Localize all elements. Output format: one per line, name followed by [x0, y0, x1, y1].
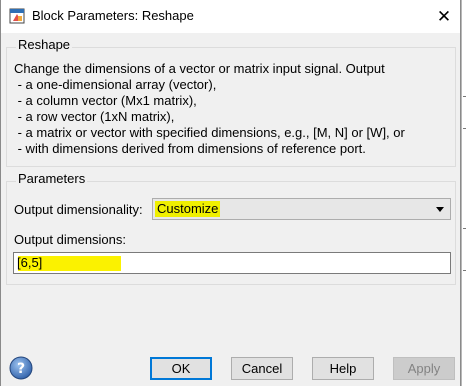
window-title: Block Parameters: Reshape: [32, 8, 194, 23]
output-dimensions-label: Output dimensions:: [14, 232, 127, 247]
description-line: - a row vector (1xN matrix),: [14, 109, 175, 124]
apply-button: Apply: [393, 357, 455, 380]
close-icon: ✕: [436, 6, 452, 26]
block-parameters-dialog: Block Parameters: Reshape ✕ Reshape Chan…: [0, 0, 461, 386]
close-button[interactable]: ✕: [428, 0, 460, 33]
output-dimensions-field[interactable]: [6,5]: [13, 252, 451, 274]
description-line: Change the dimensions of a vector or mat…: [14, 61, 385, 76]
description-line: - with dimensions derived from dimension…: [14, 141, 366, 156]
background-window-edge: [461, 0, 466, 386]
output-dimensionality-label: Output dimensionality:: [14, 202, 143, 217]
help-button[interactable]: Help: [312, 357, 374, 380]
svg-text:?: ?: [17, 361, 25, 377]
simulink-block-icon: [9, 8, 25, 24]
reshape-group-title: Reshape: [16, 37, 73, 52]
title-bar[interactable]: Block Parameters: Reshape ✕: [1, 0, 460, 33]
description-line: - a matrix or vector with specified dime…: [14, 125, 405, 140]
help-question-icon[interactable]: ?: [9, 356, 33, 380]
output-dimensionality-select[interactable]: Customize: [152, 198, 451, 220]
cancel-button[interactable]: Cancel: [231, 357, 293, 380]
description-line: - a column vector (Mx1 matrix),: [14, 93, 197, 108]
chevron-down-icon: [436, 207, 444, 212]
output-dimensions-value: [6,5]: [17, 255, 43, 270]
ok-button[interactable]: OK: [150, 357, 212, 380]
output-dimensionality-value: Customize: [155, 201, 221, 217]
parameters-group-title: Parameters: [16, 171, 88, 186]
description-line: - a one-dimensional array (vector),: [14, 77, 217, 92]
